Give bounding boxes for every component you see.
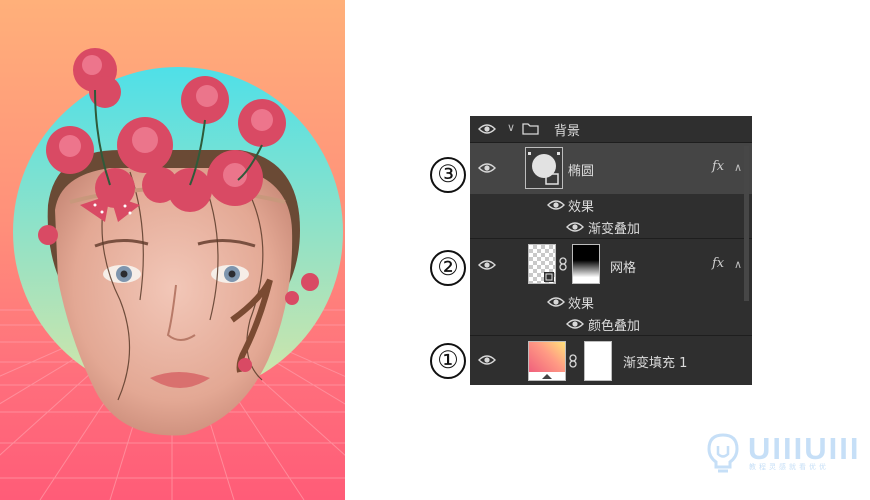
- fx-icon[interactable]: fx: [712, 256, 724, 271]
- marker-1: ①: [430, 343, 466, 379]
- layer-row-ellipse[interactable]: 椭圆 fx ∧: [470, 143, 752, 194]
- gradient-fill-mask-thumbnail[interactable]: [584, 341, 612, 381]
- layer-row-gradient-fill[interactable]: 渐变填充 1: [470, 336, 752, 385]
- layers-panel: ∨ 背景 椭圆 fx ∧ 效果 渐变叠加 网格 fx ∧ 效果 颜色叠加 渐变填…: [470, 116, 752, 385]
- effect-row-gradient-overlay[interactable]: 渐变叠加: [470, 216, 752, 238]
- link-icon[interactable]: [568, 354, 578, 368]
- eye-icon[interactable]: [547, 296, 565, 308]
- grid-mask-thumbnail[interactable]: [572, 244, 600, 284]
- effects-label: 效果: [568, 200, 595, 215]
- effects-label: 效果: [568, 297, 595, 312]
- folder-icon: [522, 123, 539, 135]
- effects-row[interactable]: 效果: [470, 194, 752, 216]
- eye-icon[interactable]: [478, 354, 496, 366]
- effect-name: 颜色叠加: [588, 319, 641, 334]
- layer-name: 椭圆: [568, 164, 595, 179]
- link-icon[interactable]: [558, 257, 568, 271]
- fx-icon[interactable]: fx: [712, 159, 724, 174]
- eye-icon[interactable]: [478, 162, 496, 174]
- eye-icon[interactable]: [478, 123, 496, 135]
- scrollbar[interactable]: [744, 146, 749, 301]
- marker-2: ②: [430, 250, 466, 286]
- marker-3: ③: [430, 157, 466, 193]
- eye-icon[interactable]: [478, 259, 496, 271]
- eye-icon[interactable]: [566, 318, 584, 330]
- lightbulb-logo-icon: [707, 433, 739, 473]
- eye-icon[interactable]: [547, 199, 565, 211]
- layer-name: 网格: [610, 261, 637, 276]
- grid-thumbnail: [528, 244, 556, 284]
- layer-row-grid[interactable]: 网格 fx ∧: [470, 239, 752, 291]
- chevron-up-icon[interactable]: ∧: [734, 161, 742, 174]
- watermark-subtitle: 教程灵感就看优优: [749, 463, 829, 471]
- layer-group-row[interactable]: ∨ 背景: [470, 116, 752, 142]
- gradient-fill-thumbnail: [528, 341, 566, 381]
- ellipse-thumbnail: [525, 147, 563, 189]
- effects-row[interactable]: 效果: [470, 291, 752, 313]
- group-name: 背景: [554, 124, 581, 139]
- effect-name: 渐变叠加: [588, 222, 641, 237]
- poster-artwork: [0, 0, 345, 500]
- eye-icon[interactable]: [566, 221, 584, 233]
- chevron-down-icon[interactable]: ∨: [507, 121, 515, 134]
- poster-illustration: [0, 48, 345, 500]
- layer-name: 渐变填充 1: [623, 356, 688, 371]
- chevron-up-icon[interactable]: ∧: [734, 258, 742, 271]
- effect-row-color-overlay[interactable]: 颜色叠加: [470, 313, 752, 335]
